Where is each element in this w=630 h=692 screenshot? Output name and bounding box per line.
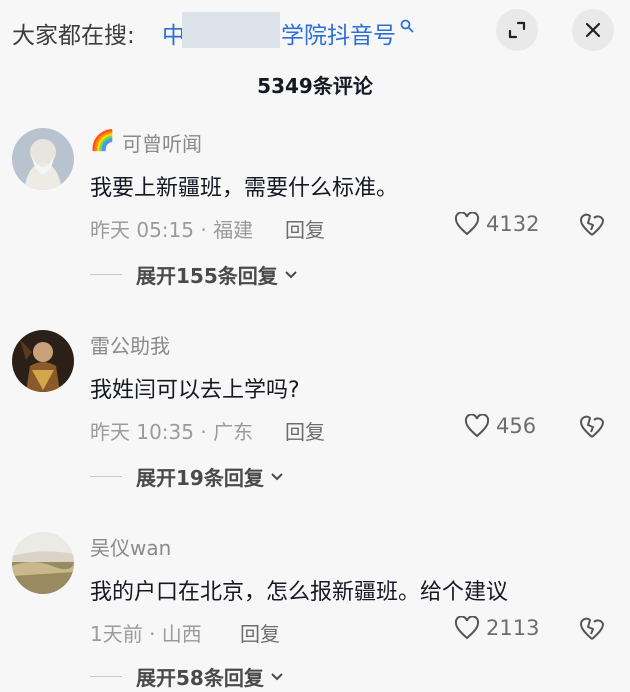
divider	[90, 274, 122, 275]
comment-item: 吴仪wan 我的户口在北京，怎么报新疆班。给个建议 1天前 · 山西 回复 21…	[0, 524, 630, 692]
avatar[interactable]	[12, 128, 74, 190]
like-count: 4132	[486, 212, 540, 236]
comment-item: 雷公助我 我姓闫可以去上学吗? 昨天 10:35 · 广东 回复 456 展开1…	[0, 322, 630, 497]
comment-meta: 1天前 · 山西	[90, 622, 202, 646]
comment-meta: 昨天 10:35 · 广东	[90, 420, 254, 444]
expand-replies-label: 展开155条回复	[136, 264, 278, 288]
like-button[interactable]: 4132	[454, 212, 539, 236]
broken-heart-icon	[580, 213, 604, 236]
chevron-down-icon	[271, 472, 283, 480]
expand-button[interactable]	[496, 9, 538, 51]
expand-replies[interactable]: 展开19条回复	[90, 462, 284, 491]
reply-button[interactable]: 回复	[240, 618, 280, 647]
heart-icon	[454, 616, 480, 640]
username[interactable]: 雷公助我	[90, 330, 170, 359]
broken-heart-icon	[580, 617, 604, 640]
like-count: 2113	[486, 616, 540, 640]
username[interactable]: 吴仪wan	[90, 532, 171, 561]
comment-text: 我的户口在北京，怎么报新疆班。给个建议	[90, 580, 509, 605]
comment-item: 🌈 可曾听闻 我要上新疆班，需要什么标准。 昨天 05:15 · 福建 回复 4…	[0, 120, 630, 295]
expand-replies-label: 展开58条回复	[136, 666, 264, 690]
username[interactable]: 可曾听闻	[122, 128, 202, 157]
chevron-down-icon	[271, 672, 283, 680]
like-button[interactable]: 2113	[454, 616, 539, 640]
dislike-button[interactable]	[578, 616, 606, 646]
reply-button[interactable]: 回复	[285, 214, 325, 243]
comment-meta: 昨天 05:15 · 福建	[90, 218, 254, 242]
chevron-down-icon	[285, 270, 297, 278]
expand-replies[interactable]: 展开58条回复	[90, 662, 284, 691]
search-suggestion-link-tail[interactable]: 学院抖音号	[281, 16, 396, 50]
like-count: 456	[496, 414, 537, 438]
comment-count-title: 5349条评论	[257, 74, 373, 98]
expand-replies-label: 展开19条回复	[136, 466, 264, 490]
search-header: 大家都在搜: 中 学院抖音号	[0, 0, 630, 60]
reply-button[interactable]: 回复	[285, 416, 325, 445]
close-button[interactable]	[572, 9, 614, 51]
divider	[90, 676, 122, 677]
avatar[interactable]	[12, 330, 74, 392]
comment-text: 我姓闫可以去上学吗?	[90, 378, 300, 403]
close-icon	[585, 22, 601, 38]
heart-icon	[454, 212, 480, 236]
heart-icon	[464, 414, 490, 438]
expand-icon	[508, 21, 526, 39]
search-icon[interactable]	[400, 18, 414, 37]
divider	[90, 476, 122, 477]
avatar[interactable]	[12, 532, 74, 594]
dislike-button[interactable]	[578, 414, 606, 444]
redacted-area	[182, 12, 280, 48]
rainbow-emoji: 🌈	[90, 128, 115, 152]
dislike-button[interactable]	[578, 212, 606, 242]
expand-replies[interactable]: 展开155条回复	[90, 260, 298, 289]
broken-heart-icon	[580, 415, 604, 438]
like-button[interactable]: 456	[464, 414, 536, 438]
comment-text: 我要上新疆班，需要什么标准。	[90, 176, 399, 201]
search-prefix: 大家都在搜:	[12, 23, 135, 49]
